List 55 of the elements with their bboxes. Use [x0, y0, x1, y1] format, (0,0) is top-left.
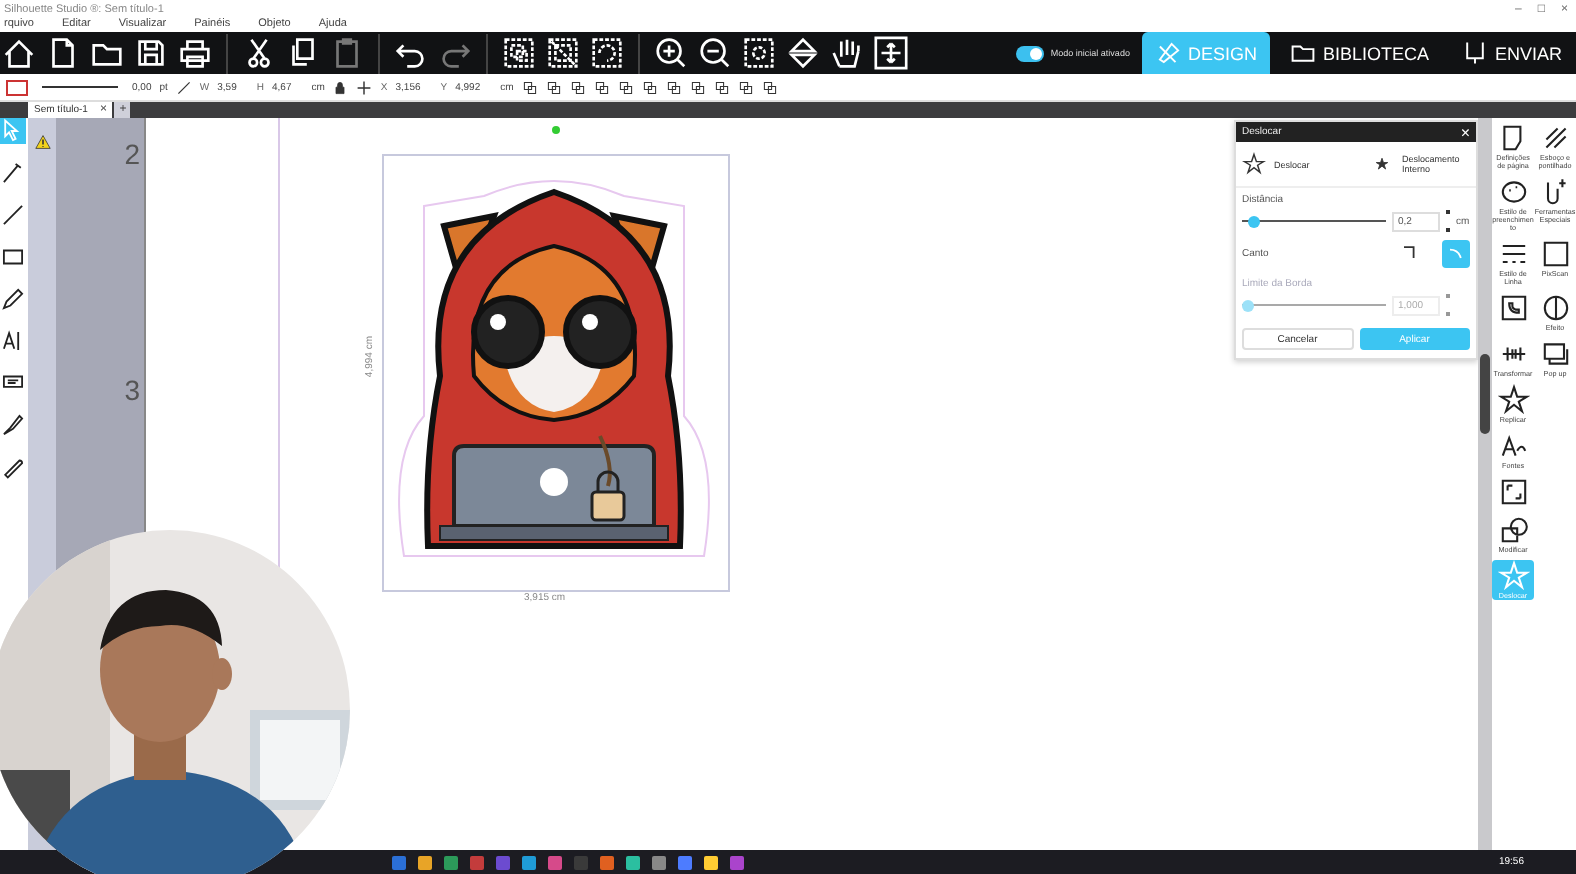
arrange-icon[interactable]	[593, 79, 610, 95]
palette-icon	[1497, 176, 1529, 208]
arrange-icon[interactable]	[713, 79, 730, 95]
line-icon[interactable]	[175, 79, 192, 95]
rectangle-icon[interactable]	[0, 244, 26, 270]
pixscan-icon	[1539, 238, 1571, 270]
fill-swatch[interactable]	[6, 79, 28, 95]
arrange-icon[interactable]	[737, 79, 754, 95]
arrange-icon[interactable]	[761, 79, 778, 95]
save-icon[interactable]	[132, 34, 170, 72]
edge-limit-slider[interactable]	[1242, 304, 1386, 306]
pencil-icon[interactable]	[0, 286, 26, 312]
letters-icon	[1497, 430, 1529, 462]
home-icon[interactable]	[0, 34, 38, 72]
star-icon	[1370, 152, 1394, 176]
ungroup-icon[interactable]	[544, 34, 582, 72]
mode-toggle[interactable]	[1016, 45, 1045, 61]
pencil-ruler-icon	[1155, 40, 1182, 66]
arrange-icon[interactable]	[641, 79, 658, 95]
star-icon	[1242, 152, 1266, 176]
pen-icon[interactable]	[0, 160, 26, 186]
zoom-out-icon[interactable]	[696, 34, 734, 72]
folder-icon	[1290, 40, 1317, 66]
line-icon[interactable]	[0, 202, 26, 228]
corners-icon	[1497, 476, 1529, 508]
move-icon	[356, 79, 373, 95]
arrange-icon[interactable]	[665, 79, 682, 95]
monitor-icon	[1539, 338, 1571, 370]
lock-icon[interactable]	[332, 79, 349, 95]
rotate-icon[interactable]	[588, 34, 626, 72]
print-icon[interactable]	[176, 34, 214, 72]
close-panel-button[interactable]: ×	[1460, 123, 1470, 141]
knife-icon[interactable]	[0, 454, 26, 480]
ruler-number: 2	[124, 138, 140, 174]
move-icon[interactable]	[872, 34, 910, 72]
nav-tab[interactable]: ENVIAR	[1448, 32, 1576, 74]
hand-icon[interactable]	[828, 34, 866, 72]
star-icon	[1497, 560, 1529, 592]
star-burst-icon	[1497, 384, 1529, 416]
arrange-icon[interactable]	[521, 79, 538, 95]
phone-icon	[1497, 292, 1529, 324]
scrollbar-thumb[interactable]	[1480, 354, 1490, 434]
arrange-icon[interactable]	[689, 79, 706, 95]
arrange-icon[interactable]	[569, 79, 586, 95]
arrange-icon[interactable]	[545, 79, 562, 95]
zoom-in-icon[interactable]	[652, 34, 690, 72]
arrange-icon[interactable]	[617, 79, 634, 95]
zoom-fit-icon[interactable]	[740, 34, 778, 72]
brush-icon[interactable]	[0, 412, 26, 438]
rotate-handle[interactable]	[552, 126, 560, 134]
warning-icon	[34, 134, 52, 150]
group-icon[interactable]	[500, 34, 538, 72]
nav-tab[interactable]: BIBLIOTECA	[1276, 32, 1443, 74]
shapes-icon	[1497, 514, 1529, 546]
ruler-number: 3	[124, 374, 140, 410]
